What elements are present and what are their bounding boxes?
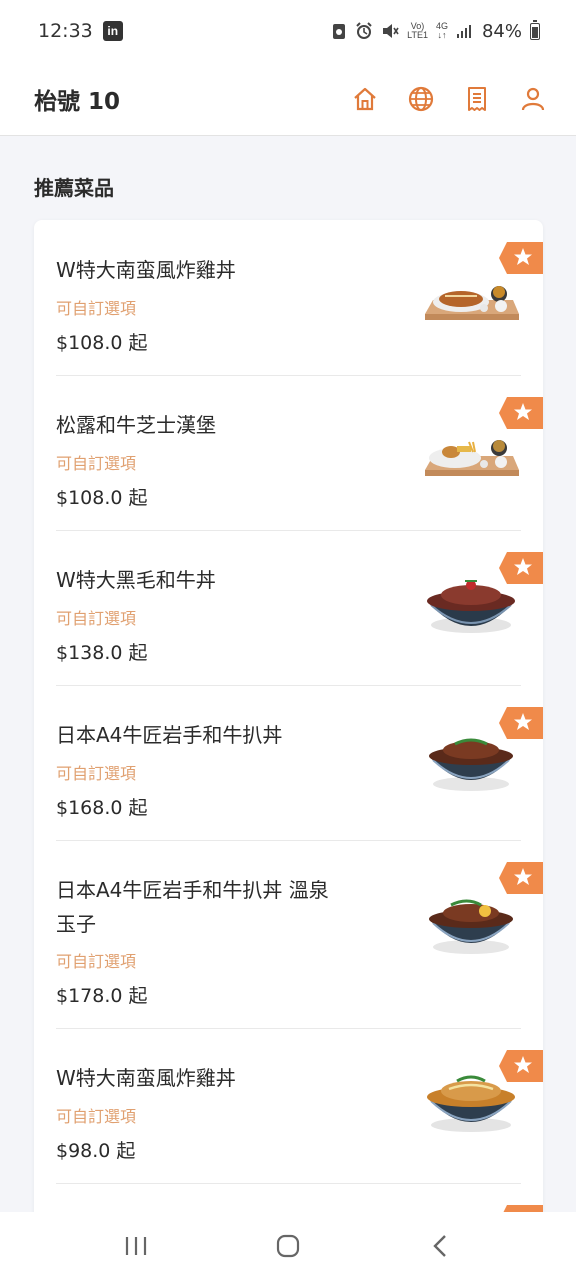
list-item[interactable]: W特大黑毛和牛丼 可自訂選項 $138.0 起 xyxy=(56,531,543,686)
header-actions xyxy=(352,86,546,112)
receipt-icon[interactable] xyxy=(464,86,490,112)
item-name: 日本A4牛匠岩手和牛扒丼 xyxy=(56,723,283,747)
item-option: 可自訂選項 xyxy=(56,1107,137,1126)
item-name: W特大南蛮風炸雞丼 xyxy=(56,1066,236,1090)
battery-icon xyxy=(530,19,540,40)
globe-icon[interactable] xyxy=(408,86,434,112)
item-name: W特大南蛮風炸雞丼 xyxy=(56,258,236,282)
signal-icon xyxy=(456,23,472,39)
item-option: 可自訂選項 xyxy=(56,764,137,783)
recommended-star-icon xyxy=(499,552,543,584)
system-nav-bar xyxy=(0,1212,576,1280)
item-option: 可自訂選項 xyxy=(56,609,137,628)
recommended-star-icon xyxy=(499,397,543,429)
list-item[interactable]: W特大南蛮風炸雞丼 可自訂選項 $98.0 起 xyxy=(56,1029,543,1184)
item-price: $98.0 起 xyxy=(56,1140,136,1162)
page-title: 枱號 10 xyxy=(34,88,121,115)
user-icon[interactable] xyxy=(520,86,546,112)
item-option: 可自訂選項 xyxy=(56,454,137,473)
home-button-icon[interactable] xyxy=(268,1226,308,1266)
recommended-list: W特大南蛮風炸雞丼 可自訂選項 $108.0 起 松露和牛芝士漢堡 可自訂選項 … xyxy=(34,220,543,1220)
app-header: 枱號 10 xyxy=(0,62,576,136)
recommended-star-icon xyxy=(499,242,543,274)
list-item[interactable]: 日本A4牛匠岩手和牛扒丼 可自訂選項 $168.0 起 xyxy=(56,686,543,841)
list-item[interactable]: 日本A4牛匠岩手和牛扒丼 溫泉玉子 可自訂選項 $178.0 起 xyxy=(56,841,543,1029)
item-price: $178.0 起 xyxy=(56,985,148,1007)
battery-percent: 84% xyxy=(481,20,522,42)
item-name: 松露和牛芝士漢堡 xyxy=(56,413,216,437)
mute-icon xyxy=(381,22,399,40)
status-bar: 12:33 in Vo) LTE1 4G ↓↑ 84% xyxy=(0,0,576,62)
list-item[interactable]: 松露和牛芝士漢堡 可自訂選項 $108.0 起 xyxy=(56,376,543,531)
item-name: 日本A4牛匠岩手和牛扒丼 溫泉玉子 xyxy=(56,878,329,936)
recommended-star-icon xyxy=(499,862,543,894)
recycle-icon xyxy=(331,22,347,40)
list-item[interactable]: W特大南蛮風炸雞丼 可自訂選項 $108.0 起 xyxy=(56,220,543,376)
recent-apps-icon[interactable] xyxy=(116,1226,156,1266)
alarm-icon xyxy=(355,22,373,40)
linkedin-notification-icon: in xyxy=(102,21,123,41)
item-price: $168.0 起 xyxy=(56,797,148,819)
home-icon[interactable] xyxy=(352,86,378,112)
item-name: W特大黑毛和牛丼 xyxy=(56,568,216,592)
data-4g-icon: 4G ↓↑ xyxy=(435,21,448,40)
item-price: $108.0 起 xyxy=(56,332,148,354)
back-icon[interactable] xyxy=(420,1226,460,1266)
volte-icon: Vo) LTE1 xyxy=(407,21,428,40)
item-option: 可自訂選項 xyxy=(56,299,137,318)
item-option: 可自訂選項 xyxy=(56,952,137,971)
section-title: 推薦菜品 xyxy=(34,176,114,200)
recommended-star-icon xyxy=(499,707,543,739)
status-time: 12:33 xyxy=(38,20,93,42)
item-price: $138.0 起 xyxy=(56,642,148,664)
item-price: $108.0 起 xyxy=(56,487,148,509)
recommended-star-icon xyxy=(499,1050,543,1082)
